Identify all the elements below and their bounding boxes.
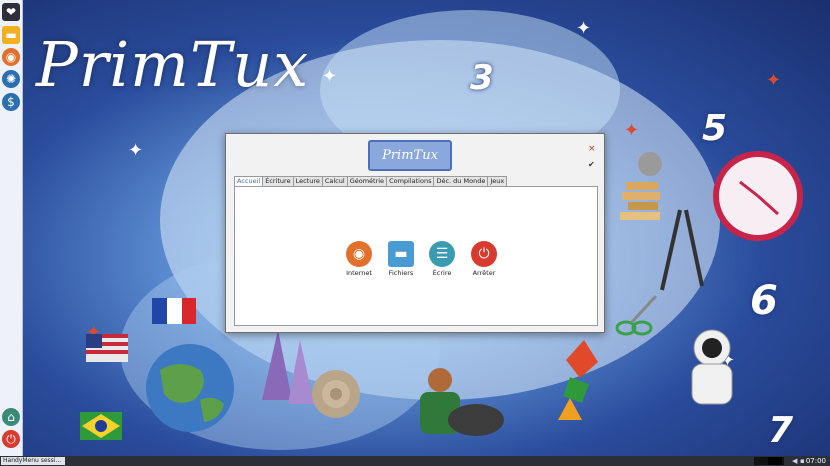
launcher-ecrire[interactable]: ☰ Écrire xyxy=(422,241,462,277)
wallpaper-flag-france xyxy=(152,298,196,324)
tab-lecture[interactable]: Lecture xyxy=(292,176,323,186)
wallpaper-clock xyxy=(713,151,803,241)
window-banner-logo: PrimTux xyxy=(368,140,452,171)
launcher-label: Écrire xyxy=(432,269,452,277)
folder-icon: ▬ xyxy=(388,241,414,267)
globe-icon[interactable]: ◉ xyxy=(2,48,20,66)
checkmark-icon[interactable]: ✔ xyxy=(588,160,595,169)
tab-panel: ◉ Internet ▬ Fichiers ☰ Écrire ⏻ Arrêter xyxy=(234,186,598,326)
wallpaper-shell xyxy=(312,370,360,418)
network-icon[interactable]: ▪ xyxy=(800,456,805,466)
launcher-label: Arrêter xyxy=(472,269,496,277)
close-icon[interactable]: × xyxy=(588,144,596,154)
tab-bar: Accueil Écriture Lecture Calcul Géométri… xyxy=(234,176,508,186)
session-icon[interactable]: ⌂ xyxy=(2,408,20,426)
launcher-label: Internet xyxy=(346,269,372,277)
wallpaper-astronaut xyxy=(691,329,733,405)
wallpaper-globe xyxy=(146,344,234,432)
tray-pager[interactable] xyxy=(768,457,782,465)
launcher-fichiers[interactable]: ▬ Fichiers xyxy=(381,241,421,277)
wallpaper-flag-brazil xyxy=(80,412,122,440)
dollar-icon[interactable]: $ xyxy=(2,93,20,111)
wallpaper-compass xyxy=(660,209,704,291)
power-icon[interactable]: ⏻ xyxy=(2,430,20,448)
taskbar: HandyMenu sessi... ◀ ▪ 07:00 xyxy=(0,456,830,466)
wallpaper-crystals xyxy=(262,330,314,404)
tab-calcul[interactable]: Calcul xyxy=(321,176,348,186)
wallpaper-scissors xyxy=(615,294,658,336)
wallpaper-flag-usa xyxy=(86,334,128,362)
clock: 07:00 xyxy=(805,457,826,465)
heart-icon[interactable]: ❤ xyxy=(2,3,20,21)
leaf-icon[interactable]: ✺ xyxy=(2,70,20,88)
launcher-arreter[interactable]: ⏻ Arrêter xyxy=(464,241,504,277)
tab-accueil[interactable]: Accueil xyxy=(234,176,264,186)
power-icon: ⏻ xyxy=(471,241,497,267)
tab-decouverte-du-monde[interactable]: Déc. du Monde xyxy=(433,176,489,186)
left-dock: ❤ ▬ ◉ ✺ $ ⌂ ⏻ xyxy=(0,0,23,456)
launcher-label: Fichiers xyxy=(388,269,414,277)
primtux-handymenu-window: PrimTux × ✔ Accueil Écriture Lecture Cal… xyxy=(225,133,605,333)
wallpaper-books xyxy=(620,152,662,220)
wallpaper-character xyxy=(420,368,504,436)
taskbar-item-handymenu[interactable]: HandyMenu sessi... xyxy=(1,457,65,465)
launcher-internet[interactable]: ◉ Internet xyxy=(339,241,379,277)
tab-compilations[interactable]: Compilations xyxy=(386,176,435,186)
tab-ecriture[interactable]: Écriture xyxy=(262,176,294,186)
document-icon: ☰ xyxy=(429,241,455,267)
folder-icon[interactable]: ▬ xyxy=(2,26,20,44)
volume-icon[interactable]: ◀ xyxy=(792,456,797,466)
firefox-icon: ◉ xyxy=(346,241,372,267)
tab-geometrie[interactable]: Géométrie xyxy=(346,176,388,186)
tab-jeux[interactable]: Jeux xyxy=(487,176,508,186)
wallpaper-shapes xyxy=(558,340,598,420)
